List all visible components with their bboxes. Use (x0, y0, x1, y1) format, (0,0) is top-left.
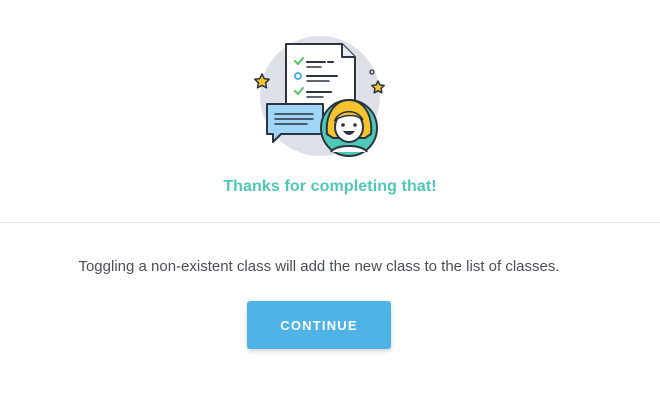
success-message: Toggling a non-existent class will add t… (78, 258, 560, 275)
completion-modal: Thanks for completing that! Toggling a n… (0, 0, 660, 413)
divider (0, 222, 660, 223)
completion-illustration (254, 36, 385, 157)
avatar-icon (320, 99, 378, 157)
success-heading: Thanks for completing that! (223, 178, 437, 195)
continue-button[interactable]: CONTINUE (247, 301, 391, 349)
